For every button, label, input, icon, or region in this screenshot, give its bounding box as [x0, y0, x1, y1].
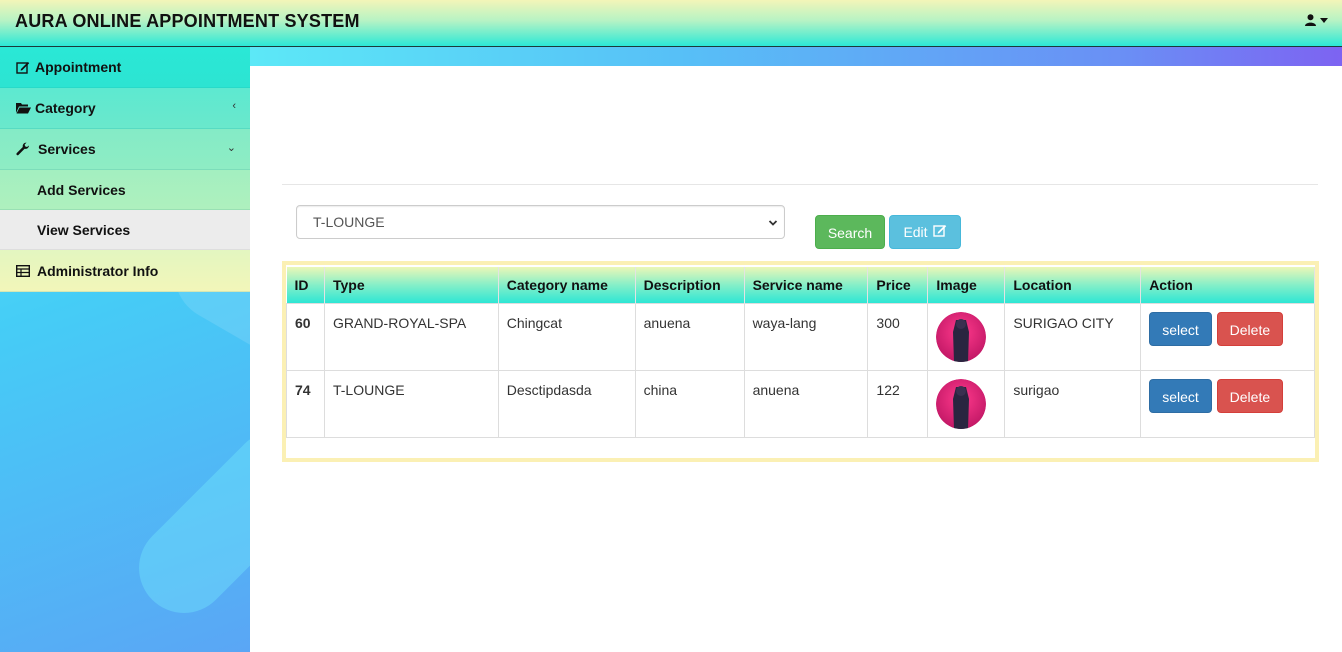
- edit-button-label: Edit: [903, 224, 928, 240]
- category-select[interactable]: T-LOUNGE: [296, 205, 785, 239]
- edit-icon: [932, 215, 947, 249]
- sidebar-item-label: View Services: [37, 221, 131, 238]
- column-header: Description: [635, 267, 745, 303]
- category-select-value: T-LOUNGE: [313, 214, 385, 230]
- search-button[interactable]: Search: [815, 215, 885, 249]
- column-header: Type: [324, 267, 499, 303]
- cell-description: china: [634, 369, 745, 438]
- cell-service-name: anuena: [743, 369, 869, 438]
- column-header: Action: [1140, 267, 1315, 303]
- sidebar-subitem-add-services[interactable]: Add Services: [0, 170, 250, 210]
- table-row: 60 GRAND-ROYAL-SPA Chingcat anuena waya-…: [286, 302, 1315, 371]
- cell-id: 74: [286, 369, 325, 438]
- cell-action: select Delete: [1140, 302, 1315, 371]
- sidebar-item-administrator-info[interactable]: Administrator Info: [0, 250, 250, 292]
- cell-category: Desctipdasda: [497, 369, 636, 438]
- cell-image: [927, 302, 1006, 371]
- cell-type: T-LOUNGE: [323, 369, 499, 438]
- cell-type: GRAND-ROYAL-SPA: [323, 302, 499, 371]
- sidebar-item-services[interactable]: Services ⌄: [0, 129, 250, 170]
- sidebar-item-label: Appointment: [35, 59, 122, 75]
- column-header: Category name: [498, 267, 636, 303]
- cell-service-name: waya-lang: [743, 302, 869, 371]
- services-table-panel: ID Type Category name Description Servic…: [282, 261, 1319, 462]
- sidebar-item-appointment[interactable]: Appointment: [0, 47, 250, 88]
- cell-location: SURIGAO CITY: [1004, 302, 1142, 371]
- sidebar-item-label: Administrator Info: [37, 262, 159, 279]
- cell-description: anuena: [634, 302, 745, 371]
- edit-button[interactable]: Edit: [889, 215, 961, 249]
- user-menu[interactable]: [1305, 14, 1328, 26]
- header-gradient-strip: [250, 47, 1342, 66]
- column-header: ID: [286, 267, 325, 303]
- table-row: 74 T-LOUNGE Desctipdasda china anuena 12…: [286, 369, 1315, 438]
- app-title: AURA ONLINE APPOINTMENT SYSTEM: [15, 11, 360, 31]
- cell-price: 300: [867, 302, 929, 371]
- cell-action: select Delete: [1140, 369, 1315, 438]
- cell-image: [927, 369, 1006, 438]
- service-image: [936, 311, 987, 362]
- delete-button[interactable]: Delete: [1216, 311, 1284, 346]
- edit-icon: [16, 61, 32, 74]
- folder-open-icon: [16, 102, 32, 114]
- sidebar-item-label: Services: [38, 141, 96, 157]
- select-button[interactable]: select: [1149, 311, 1212, 346]
- cell-id: 60: [286, 302, 325, 371]
- column-header: Image: [927, 267, 1006, 303]
- sidebar-item-label: Category: [35, 100, 96, 116]
- wrench-icon: [16, 142, 32, 156]
- sidebar-subitem-view-services[interactable]: View Services: [0, 210, 250, 250]
- cell-category: Chingcat: [497, 302, 636, 371]
- cell-location: surigao: [1004, 369, 1142, 438]
- sidebar-item-label: Add Services: [37, 181, 126, 198]
- delete-button[interactable]: Delete: [1216, 378, 1284, 413]
- sidebar-menu: Appointment Category ‹ Services ⌄ Add Se…: [0, 47, 250, 292]
- table-header-row: ID Type Category name Description Servic…: [286, 267, 1315, 303]
- divider: [282, 184, 1318, 185]
- chevron-down-icon: [768, 216, 778, 232]
- user-icon: [1305, 14, 1316, 26]
- sidebar: Appointment Category ‹ Services ⌄ Add Se…: [0, 47, 250, 652]
- top-navbar: AURA ONLINE APPOINTMENT SYSTEM: [0, 0, 1342, 47]
- caret-down-icon: [1320, 17, 1328, 23]
- column-header: Service name: [744, 267, 869, 303]
- service-image: [936, 378, 987, 429]
- column-header: Location: [1004, 267, 1142, 303]
- services-table: ID Type Category name Description Servic…: [286, 267, 1315, 438]
- table-icon: [16, 264, 32, 277]
- chevron-left-icon: ‹: [232, 100, 236, 112]
- select-button[interactable]: select: [1149, 378, 1212, 413]
- sidebar-item-category[interactable]: Category ‹: [0, 88, 250, 129]
- column-header: Price: [867, 267, 929, 303]
- chevron-down-icon: ⌄: [226, 142, 236, 154]
- cell-price: 122: [867, 369, 929, 438]
